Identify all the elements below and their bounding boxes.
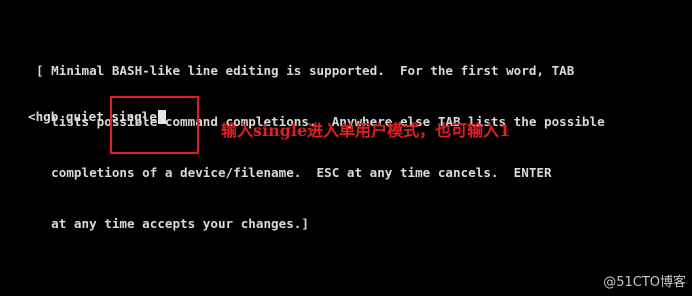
help-line-3: completions of a device/filename. ESC at… — [36, 165, 552, 180]
command-prefix: <hgb quiet — [28, 109, 112, 124]
watermark: @51CTO博客 — [603, 275, 686, 290]
help-line-1: [ Minimal BASH-like line editing is supp… — [36, 63, 575, 78]
grub-edit-screen: [ Minimal BASH-like line editing is supp… — [0, 0, 692, 296]
help-line-4: at any time accepts your changes.] — [36, 216, 309, 231]
annotation-text: 输入single进入单用户模式，也可输入1 — [221, 121, 511, 140]
highlight-box — [110, 96, 199, 154]
